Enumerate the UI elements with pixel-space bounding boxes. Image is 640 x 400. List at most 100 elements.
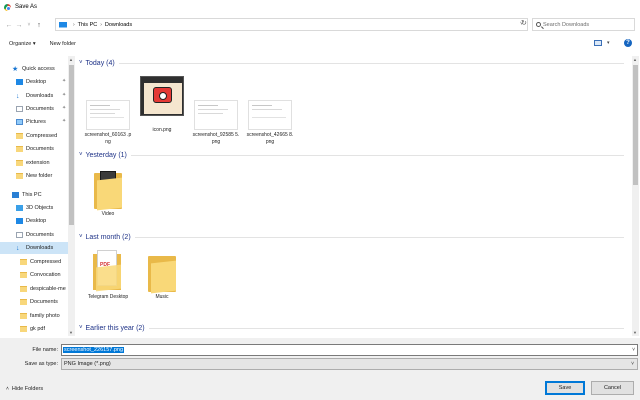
sidebar-item-extension[interactable]: extension (16, 157, 50, 169)
cancel-button[interactable]: Cancel (591, 381, 634, 395)
sidebar-item-despicable-me[interactable]: despicable-me (20, 283, 66, 295)
scrollbar-thumb[interactable] (633, 65, 638, 185)
sidebar-item-label: gk pdf (30, 326, 45, 332)
save-type-select[interactable]: PNG Image (*.png) ˅ (61, 358, 638, 370)
collapse-chevron-icon[interactable]: ˅ (79, 325, 83, 331)
search-icon (536, 22, 541, 27)
download-icon: ↓ (16, 92, 20, 100)
change-view-icon[interactable] (594, 40, 602, 46)
collapse-chevron-icon[interactable]: ˅ (79, 60, 83, 66)
scrollbar-thumb[interactable] (69, 65, 74, 225)
file-list-scrollbar[interactable]: ▲ ▼ (632, 56, 639, 336)
sidebar-item-compressed[interactable]: Compressed (16, 130, 57, 142)
folder-icon (20, 313, 27, 319)
sidebar-item-gk-pdf[interactable]: gk pdf (20, 323, 45, 335)
pin-icon: ✦ (62, 118, 67, 124)
collapse-chevron-icon[interactable]: ˅ (79, 234, 83, 240)
sidebar-item-quick-access[interactable]: ★ Quick access (12, 63, 55, 75)
sidebar-item-this-pc[interactable]: This PC (12, 189, 42, 201)
scroll-down-icon[interactable]: ▼ (633, 330, 637, 335)
sidebar-item-downloads-pc[interactable]: ↓ Downloads (0, 242, 68, 254)
sidebar-item-convocation[interactable]: Convocation (20, 269, 61, 281)
pdf-folder-icon: PDF (93, 250, 123, 292)
scroll-down-icon[interactable]: ▼ (69, 330, 73, 335)
group-label: Last month (2) (85, 233, 131, 241)
sidebar-item-3d-objects[interactable]: 3D Objects (16, 202, 53, 214)
navigation-scrollbar[interactable]: ▲ ▼ (68, 56, 75, 336)
sidebar-item-label: Convocation (30, 272, 61, 278)
sidebar-item-label: Documents (26, 106, 54, 112)
sidebar-item-desktop-pc[interactable]: Desktop (16, 215, 46, 227)
file-name: icon.png (152, 127, 172, 133)
sidebar-item-label: Quick access (22, 66, 55, 72)
group-label: Yesterday (1) (85, 151, 127, 159)
search-input[interactable]: Search Downloads (532, 18, 635, 31)
sidebar-item-pictures[interactable]: Pictures (16, 116, 46, 128)
sidebar-item-documents-folder[interactable]: Documents (16, 143, 54, 155)
collapse-chevron-icon[interactable]: ˅ (79, 152, 83, 158)
group-divider (134, 236, 624, 238)
help-icon[interactable]: ? (624, 39, 632, 47)
search-placeholder: Search Downloads (543, 21, 590, 28)
breadcrumb-this-pc[interactable]: This PC (78, 22, 98, 28)
chrome-icon (4, 3, 11, 11)
group-header-yesterday[interactable]: ˅ Yesterday (1) (79, 150, 624, 160)
screenshot-thumbnail (248, 100, 292, 130)
file-name-field[interactable]: screenshot_226157.png ˅ (61, 344, 638, 356)
file-item[interactable]: screenshot_42665 8.png (245, 100, 295, 146)
file-item[interactable]: screenshot_92585 5.png (191, 100, 241, 146)
save-button[interactable]: Save (545, 381, 585, 395)
sidebar-item-desktop[interactable]: Desktop (16, 76, 46, 88)
breadcrumb-downloads[interactable]: Downloads (105, 22, 132, 28)
save-type-value: PNG Image (*.png) (64, 361, 111, 367)
sidebar-item-documents-pc[interactable]: Documents (16, 229, 54, 241)
sidebar-item-new-folder[interactable]: New folder (16, 170, 52, 182)
sidebar-item-documents-sub[interactable]: Documents (20, 296, 58, 308)
download-icon: ↓ (16, 244, 20, 252)
sidebar-item-label: New folder (26, 173, 53, 179)
sidebar-item-compressed-sub[interactable]: Compressed (20, 256, 61, 268)
folder-icon (16, 146, 23, 152)
up-arrow-icon[interactable]: ↑ (34, 19, 44, 31)
file-item[interactable]: Music (137, 252, 187, 301)
folder-icon (20, 299, 27, 305)
sidebar-item-documents[interactable]: Documents (16, 103, 54, 115)
group-divider (148, 327, 624, 329)
file-name: screenshot_92585 5.png (192, 132, 240, 145)
pictures-icon (16, 119, 23, 125)
group-header-today[interactable]: ˅ Today (4) (79, 58, 624, 68)
sidebar-item-label: This PC (22, 192, 42, 198)
scroll-up-icon[interactable]: ▲ (69, 57, 73, 62)
file-item[interactable]: PDF Telegram Desktop (83, 250, 133, 301)
group-header-earlier-this-year[interactable]: ˅ Earlier this year (2) (79, 323, 624, 333)
sidebar-item-label: family photo (30, 313, 60, 319)
sidebar-item-downloads[interactable]: ↓ Downloads (16, 90, 53, 102)
file-item[interactable]: Video (83, 169, 133, 218)
pin-icon: ✦ (62, 92, 67, 98)
group-label: Earlier this year (2) (85, 324, 145, 332)
recent-locations-chevron-icon[interactable]: ˅ (24, 19, 34, 31)
file-name-value[interactable]: screenshot_226157.png (63, 347, 125, 353)
scroll-up-icon[interactable]: ▲ (633, 57, 637, 62)
sidebar-item-label: Documents (26, 146, 54, 152)
forward-arrow-icon[interactable]: → (14, 19, 24, 31)
file-name: screenshot_42665 8.png (246, 132, 294, 145)
sidebar-item-label: extension (26, 160, 50, 166)
pin-icon: ✦ (62, 105, 67, 111)
sidebar-item-family-photo[interactable]: family photo (20, 310, 60, 322)
save-type-dropdown-icon[interactable]: ˅ (631, 361, 634, 367)
refresh-icon[interactable]: ↻ (521, 19, 527, 27)
organize-button[interactable]: Organize ▾ (0, 41, 41, 47)
address-bar[interactable]: › This PC › Downloads ˅ (55, 18, 528, 31)
back-arrow-icon[interactable]: ← (4, 19, 14, 31)
view-options-dropdown-icon[interactable]: ▾ (607, 40, 610, 46)
pin-icon: ✦ (62, 78, 67, 84)
hide-folders-toggle[interactable]: ˄ Hide Folders (6, 386, 43, 392)
group-header-last-month[interactable]: ˅ Last month (2) (79, 232, 624, 242)
sidebar-item-label: 3D Objects (26, 205, 54, 211)
file-item[interactable]: icon.png (137, 76, 187, 134)
file-name-dropdown-icon[interactable]: ˅ (632, 347, 635, 353)
file-item[interactable]: screenshot_60163 .png (83, 100, 133, 146)
file-name-label: File name: (32, 347, 58, 353)
new-folder-button[interactable]: New folder (45, 41, 81, 47)
